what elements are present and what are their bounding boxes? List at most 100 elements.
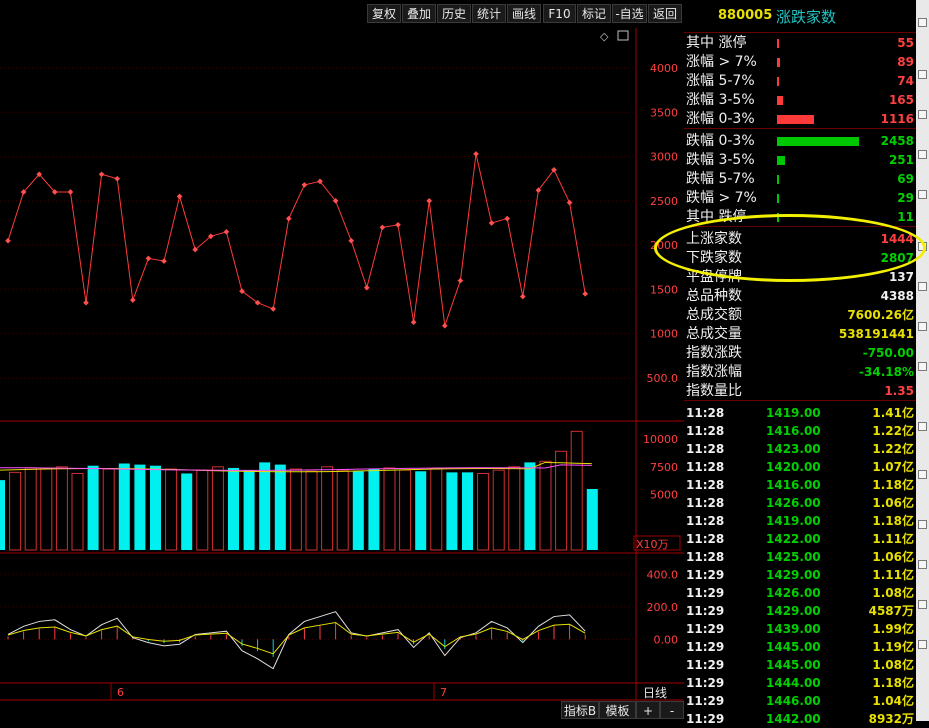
tick-row[interactable]: 11:28 1416.00 1.22亿 (684, 422, 916, 440)
period-label[interactable]: 日线 (643, 684, 667, 701)
toolbar-button[interactable]: 统计 (472, 4, 506, 23)
stat-value: -34.18% (859, 365, 914, 379)
toolbar-button[interactable]: 叠加 (402, 4, 436, 23)
tick-row[interactable]: 11:28 1425.00 1.06亿 (684, 548, 916, 566)
tick-price: 1416.00 (766, 424, 821, 438)
line-point (348, 237, 355, 244)
side-tool-icon[interactable] (918, 520, 927, 529)
side-tool-icon[interactable] (918, 560, 927, 569)
volume-bar (102, 468, 115, 551)
volume-bar (289, 468, 302, 551)
tick-row[interactable]: 11:29 1444.00 1.18亿 (684, 674, 916, 692)
volume-bar (9, 471, 22, 551)
tick-row[interactable]: 11:28 1419.00 1.41亿 (684, 404, 916, 422)
volume-bar (477, 472, 490, 551)
tick-row[interactable]: 11:29 1429.00 4587万 (684, 602, 916, 620)
side-tool-icon[interactable] (918, 362, 927, 371)
stat-row: 指数量比 1.35 (684, 382, 916, 401)
bottom-button[interactable]: + (636, 701, 660, 719)
tick-price: 1442.00 (766, 712, 821, 726)
stats-panel: 880005 涨跌家数 其中 涨停 55 涨幅 > 7% 89 涨幅 5-7% 74 涨幅 … (684, 0, 916, 726)
bottom-button[interactable]: 指标B (561, 701, 599, 719)
chart-area[interactable]: 4000 3500 3000 2500 2000 1500 1000 500.0 ◇ 10000 7… (0, 28, 684, 721)
side-tool-icon[interactable] (918, 600, 927, 609)
toolbar-button[interactable]: 画线 (507, 4, 541, 23)
stat-row: 总成交额 7600.26亿 (684, 306, 916, 325)
line-point (566, 199, 573, 206)
stat-value: 74 (897, 74, 914, 88)
tick-row[interactable]: 11:29 1445.00 1.08亿 (684, 656, 916, 674)
volume-bar (55, 466, 68, 551)
tick-price: 1445.00 (766, 658, 821, 672)
tick-row[interactable]: 11:28 1423.00 1.22亿 (684, 440, 916, 458)
tick-row[interactable]: 11:29 1426.00 1.08亿 (684, 584, 916, 602)
side-tool-icon[interactable] (918, 470, 927, 479)
line-point (473, 151, 479, 157)
toolbar-button[interactable]: -自选 (612, 4, 647, 23)
toolbar-button[interactable]: 标记 (577, 4, 611, 23)
line-point (488, 220, 495, 226)
side-tool-icon[interactable] (918, 110, 927, 119)
tick-row[interactable]: 11:29 1442.00 8932万 (684, 710, 916, 728)
bottom-button[interactable]: 模板 (599, 701, 636, 719)
tick-time: 11:28 (686, 550, 725, 564)
side-tool-icon[interactable] (918, 282, 927, 291)
toolbar-button[interactable]: 返回 (648, 4, 682, 23)
tick-row[interactable]: 11:28 1416.00 1.18亿 (684, 476, 916, 494)
line-point (98, 171, 105, 178)
volume-bar (196, 469, 209, 551)
side-tool-icon[interactable] (918, 640, 927, 649)
panel-divider (684, 400, 916, 401)
side-tool-icon[interactable] (918, 190, 927, 199)
stat-row: 跌幅 5-7% 69 (684, 170, 916, 189)
main-y-tick: 1000 (650, 328, 678, 341)
side-tool-icon[interactable] (918, 70, 927, 79)
tick-row[interactable]: 11:28 1419.00 1.18亿 (684, 512, 916, 530)
tick-price: 1439.00 (766, 622, 821, 636)
stat-value: 1.35 (884, 384, 914, 398)
panel-divider (684, 226, 916, 227)
tick-time: 11:28 (686, 532, 725, 546)
stat-row: 涨幅 0-3% 1116 (684, 110, 916, 129)
line-point (83, 299, 89, 306)
toolbar-button[interactable]: 复权 (367, 4, 401, 23)
stat-value: 538191441 (838, 327, 914, 341)
tick-row[interactable]: 11:29 1429.00 1.11亿 (684, 566, 916, 584)
tick-row[interactable]: 11:28 1422.00 1.11亿 (684, 530, 916, 548)
side-tool-icon[interactable] (918, 242, 927, 251)
stat-value: 1116 (880, 112, 914, 126)
tick-row[interactable]: 11:29 1446.00 1.04亿 (684, 692, 916, 710)
volume-bar (305, 470, 318, 551)
tick-time: 11:28 (686, 406, 725, 420)
toolbar-button[interactable]: F10 (543, 4, 576, 23)
stat-value: 4388 (880, 289, 914, 303)
tick-row[interactable]: 11:29 1439.00 1.99亿 (684, 620, 916, 638)
side-tool-icon[interactable] (918, 322, 927, 331)
tick-row[interactable]: 11:29 1445.00 1.19亿 (684, 638, 916, 656)
stat-value: 251 (888, 153, 914, 167)
bottom-button[interactable]: - (660, 701, 684, 719)
diamond-icon: ◇ (600, 30, 609, 43)
stat-label: 总品种数 (686, 288, 742, 304)
stat-label: 指数涨跌 (686, 345, 742, 361)
line-point (426, 198, 433, 204)
stat-row: 总成交量 538191441 (684, 325, 916, 344)
stat-value: 89 (897, 55, 914, 69)
volume-bar (274, 464, 286, 550)
tick-row[interactable]: 11:28 1426.00 1.06亿 (684, 494, 916, 512)
volume-bar (211, 466, 224, 551)
side-tool-icon[interactable] (918, 150, 927, 159)
stat-value: 2807 (880, 251, 914, 265)
indicator-y-tick: 0.00 (654, 633, 679, 646)
toolbar-button[interactable]: 历史 (437, 4, 471, 23)
side-tool-icon[interactable] (918, 18, 927, 27)
tick-row[interactable]: 11:28 1420.00 1.07亿 (684, 458, 916, 476)
scroll-edge[interactable] (916, 0, 929, 721)
tick-volume: 1.06亿 (872, 496, 914, 510)
index-name: 涨跌家数 (776, 8, 837, 26)
stat-label: 指数量比 (686, 383, 742, 399)
line-point (519, 293, 526, 300)
stat-value: 165 (888, 93, 914, 107)
side-tool-icon[interactable] (918, 422, 927, 431)
tick-volume: 1.18亿 (872, 676, 914, 690)
